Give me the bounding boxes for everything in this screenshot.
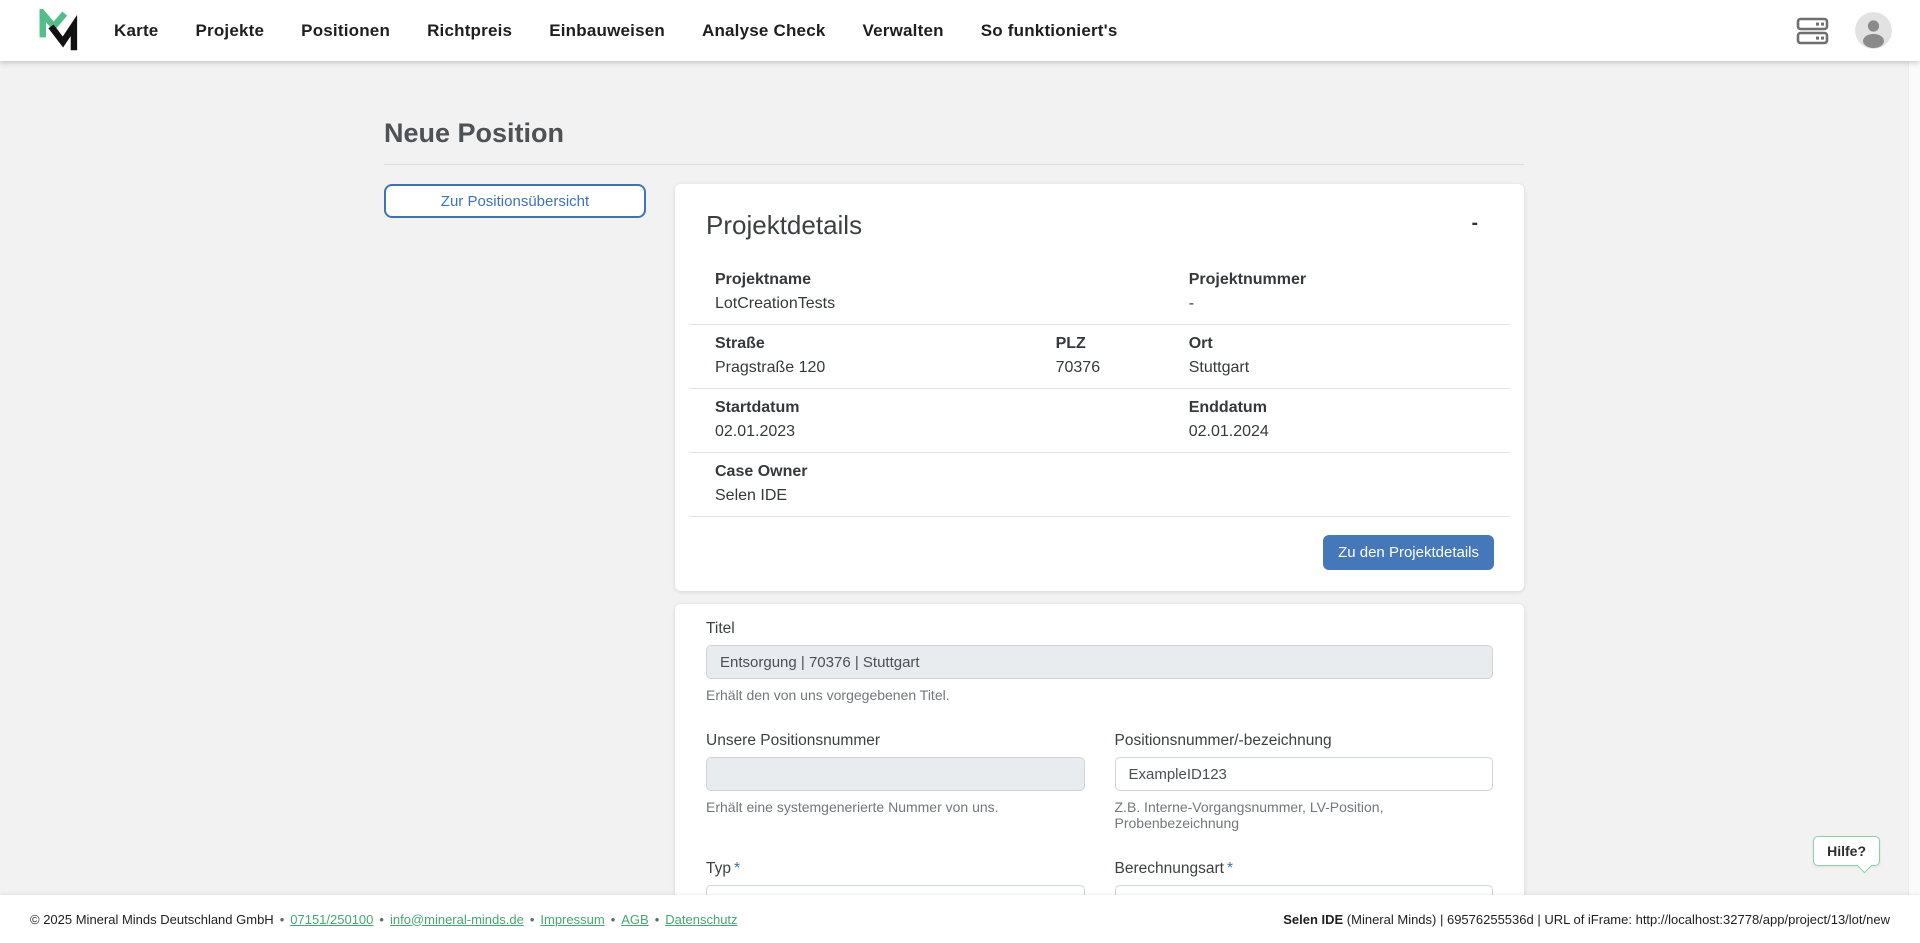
positionsnummer-input[interactable] xyxy=(1115,757,1494,791)
page-title: Neue Position xyxy=(384,118,1524,165)
go-to-project-details-button[interactable]: Zu den Projektdetails xyxy=(1323,535,1494,570)
nav-item-analyse-check[interactable]: Analyse Check xyxy=(702,21,826,41)
top-navbar: Karte Projekte Positionen Richtpreis Ein… xyxy=(0,0,1920,61)
berechnungsart-label: Berechnungsart* xyxy=(1115,860,1494,878)
project-details-title: Projektdetails xyxy=(706,210,862,241)
required-asterisk: * xyxy=(1227,860,1233,877)
nav-item-positionen[interactable]: Positionen xyxy=(301,21,390,41)
nav-item-karte[interactable]: Karte xyxy=(114,21,158,41)
projektname-label: Projektname xyxy=(715,270,1189,290)
strasse-label: Straße xyxy=(715,334,1056,354)
case-owner-value: Selen IDE xyxy=(715,486,1498,506)
server-icon[interactable] xyxy=(1796,17,1829,45)
nav-item-einbauweisen[interactable]: Einbauweisen xyxy=(549,21,665,41)
titel-input xyxy=(706,645,1493,679)
ort-label: Ort xyxy=(1189,334,1498,354)
new-position-form-card: Titel Erhält den von uns vorgegebenen Ti… xyxy=(675,604,1524,943)
help-button[interactable]: Hilfe? xyxy=(1813,836,1880,866)
projektname-value: LotCreationTests xyxy=(715,294,1189,314)
footer-separator: • xyxy=(280,912,285,927)
projektnummer-value: - xyxy=(1189,294,1498,314)
footer-link-phone[interactable]: 07151/250100 xyxy=(290,912,373,927)
plz-label: PLZ xyxy=(1056,334,1189,354)
collapse-minus-icon[interactable]: - xyxy=(1468,210,1482,237)
mineral-minds-logo-icon[interactable] xyxy=(38,9,86,53)
required-asterisk: * xyxy=(734,860,740,877)
unsere-positionsnummer-helper: Erhält eine systemgenerierte Nummer von … xyxy=(706,799,1085,815)
main-content: Neue Position Zur Positionsübersicht Pro… xyxy=(0,61,1908,943)
user-avatar-icon[interactable] xyxy=(1855,12,1892,49)
titel-label: Titel xyxy=(706,620,1493,638)
back-to-positions-button[interactable]: Zur Positionsübersicht xyxy=(384,184,646,218)
table-row: Straße Pragstraße 120 PLZ 70376 Ort Stut… xyxy=(689,325,1510,389)
nav-right xyxy=(1796,12,1892,49)
ort-value: Stuttgart xyxy=(1189,358,1498,378)
nav-item-projekte[interactable]: Projekte xyxy=(195,21,264,41)
nav-item-so-funktionierts[interactable]: So funktioniert's xyxy=(981,21,1118,41)
startdatum-label: Startdatum xyxy=(715,398,1189,418)
footer: © 2025 Mineral Minds Deutschland GmbH • … xyxy=(0,895,1920,943)
session-details: (Mineral Minds) | 69576255536d | URL of … xyxy=(1343,912,1890,927)
projektnummer-label: Projektnummer xyxy=(1189,270,1498,290)
footer-link-email[interactable]: info@mineral-minds.de xyxy=(390,912,524,927)
nav-links: Karte Projekte Positionen Richtpreis Ein… xyxy=(114,21,1118,41)
footer-separator: • xyxy=(611,912,616,927)
project-details-card: Projektdetails - Projektname LotCreation… xyxy=(675,184,1524,591)
enddatum-label: Enddatum xyxy=(1189,398,1498,418)
table-row: Projektname LotCreationTests Projektnumm… xyxy=(689,261,1510,325)
footer-link-agb[interactable]: AGB xyxy=(621,912,648,927)
startdatum-value: 02.01.2023 xyxy=(715,422,1189,442)
unsere-positionsnummer-label: Unsere Positionsnummer xyxy=(706,732,1085,750)
nav-item-richtpreis[interactable]: Richtpreis xyxy=(427,21,512,41)
typ-label: Typ* xyxy=(706,860,1085,878)
positionsnummer-label: Positionsnummer/-bezeichnung xyxy=(1115,732,1494,750)
strasse-value: Pragstraße 120 xyxy=(715,358,1056,378)
unsere-positionsnummer-input xyxy=(706,757,1085,791)
case-owner-label: Case Owner xyxy=(715,462,1498,482)
nav-item-verwalten[interactable]: Verwalten xyxy=(863,21,944,41)
copyright-text: © 2025 Mineral Minds Deutschland GmbH xyxy=(30,912,274,927)
scrollbar[interactable] xyxy=(1908,0,1920,943)
positionsnummer-helper: Z.B. Interne-Vorgangsnummer, LV-Position… xyxy=(1115,799,1494,831)
footer-separator: • xyxy=(530,912,535,927)
table-row: Startdatum 02.01.2023 Enddatum 02.01.202… xyxy=(689,389,1510,453)
enddatum-value: 02.01.2024 xyxy=(1189,422,1498,442)
session-user: Selen IDE xyxy=(1283,912,1343,927)
session-info: Selen IDE (Mineral Minds) | 69576255536d… xyxy=(1283,912,1890,927)
footer-separator: • xyxy=(379,912,384,927)
titel-helper: Erhält den von uns vorgegebenen Titel. xyxy=(706,687,1493,703)
project-details-table: Projektname LotCreationTests Projektnumm… xyxy=(689,261,1510,517)
footer-link-impressum[interactable]: Impressum xyxy=(540,912,604,927)
footer-link-datenschutz[interactable]: Datenschutz xyxy=(665,912,737,927)
plz-value: 70376 xyxy=(1056,358,1189,378)
table-row: Case Owner Selen IDE xyxy=(689,453,1510,517)
footer-separator: • xyxy=(655,912,660,927)
